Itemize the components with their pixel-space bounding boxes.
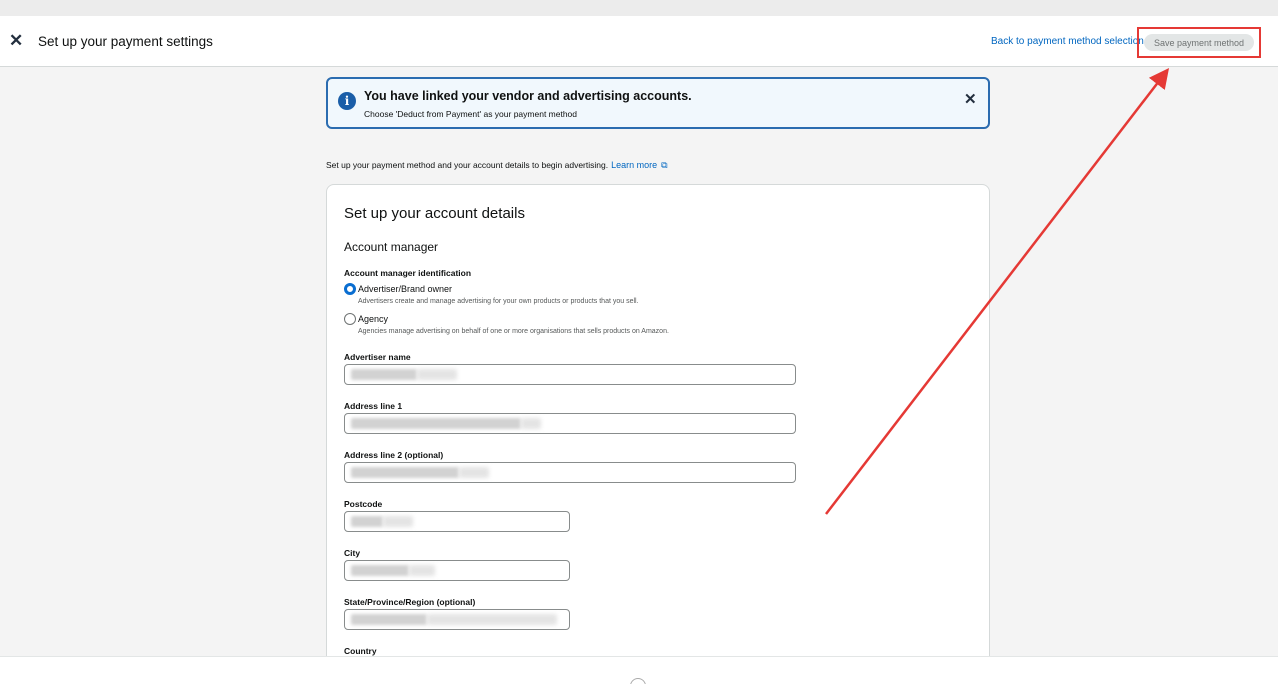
advertiser-name-label: Advertiser name <box>344 352 411 362</box>
address-line-2-label: Address line 2 (optional) <box>344 450 444 460</box>
redacted-value <box>351 516 383 527</box>
radio-agency[interactable]: Agency <box>344 312 644 326</box>
redacted-value <box>351 614 427 625</box>
address-line-2-input[interactable] <box>344 462 796 483</box>
redacted-value <box>427 614 557 625</box>
city-label: City <box>344 548 361 558</box>
redacted-value <box>409 565 435 576</box>
learn-more-link[interactable]: Learn more <box>611 160 657 170</box>
linked-accounts-alert: i You have linked your vendor and advert… <box>326 77 990 129</box>
postcode-input[interactable] <box>344 511 570 532</box>
close-icon[interactable]: ✕ <box>9 32 25 50</box>
redacted-value <box>521 418 541 429</box>
redacted-value <box>351 467 459 478</box>
redacted-value <box>351 565 409 576</box>
radio-agency-label: Agency <box>358 314 389 324</box>
address-line-1-label: Address line 1 <box>344 401 403 411</box>
redacted-value <box>417 369 457 380</box>
redacted-value <box>351 418 521 429</box>
account-manager-heading: Account manager <box>344 240 439 254</box>
postcode-label: Postcode <box>344 499 383 509</box>
main-content: i You have linked your vendor and advert… <box>0 67 1278 656</box>
intro-description: Set up your payment method and your acco… <box>326 160 609 170</box>
address-line-1-input[interactable] <box>344 413 796 434</box>
redacted-value <box>351 369 417 380</box>
radio-advertiser-help: Advertisers create and manage advertisin… <box>358 298 639 305</box>
browser-top-strip <box>0 0 1278 16</box>
redacted-value <box>459 467 489 478</box>
intro-text: Set up your payment method and your acco… <box>326 160 668 171</box>
redacted-value <box>383 516 413 527</box>
info-icon: i <box>338 92 356 110</box>
country-label: Country <box>344 646 377 656</box>
alert-message: Choose 'Deduct from Payment' as your pay… <box>364 109 578 119</box>
bottom-bar <box>0 656 1278 684</box>
radio-agency-help: Agencies manage advertising on behalf of… <box>358 328 669 335</box>
state-input[interactable] <box>344 609 570 630</box>
scroll-up-icon <box>630 678 646 684</box>
account-details-heading: Set up your account details <box>344 205 525 222</box>
annotation-highlight-box: Save payment method <box>1137 27 1261 58</box>
city-input[interactable] <box>344 560 570 581</box>
alert-close-icon[interactable]: ✕ <box>964 90 977 108</box>
radio-advertiser[interactable]: Advertiser/Brand owner <box>344 282 644 296</box>
identification-label: Account manager identification <box>344 268 472 278</box>
page-title: Set up your payment settings <box>38 34 213 49</box>
radio-advertiser-label: Advertiser/Brand owner <box>358 284 453 294</box>
page-header: ✕ Set up your payment settings Back to p… <box>0 16 1278 67</box>
advertiser-name-input[interactable] <box>344 364 796 385</box>
account-details-card: Set up your account details Account mana… <box>326 184 990 656</box>
radio-agency-control[interactable] <box>344 313 356 325</box>
alert-title: You have linked your vendor and advertis… <box>364 89 692 103</box>
back-to-payment-method-link[interactable]: Back to payment method selection <box>991 36 1144 47</box>
external-link-icon: ⧉ <box>661 160 668 170</box>
state-label: State/Province/Region (optional) <box>344 597 476 607</box>
radio-advertiser-control[interactable] <box>344 283 356 295</box>
save-payment-method-button[interactable]: Save payment method <box>1144 34 1254 51</box>
